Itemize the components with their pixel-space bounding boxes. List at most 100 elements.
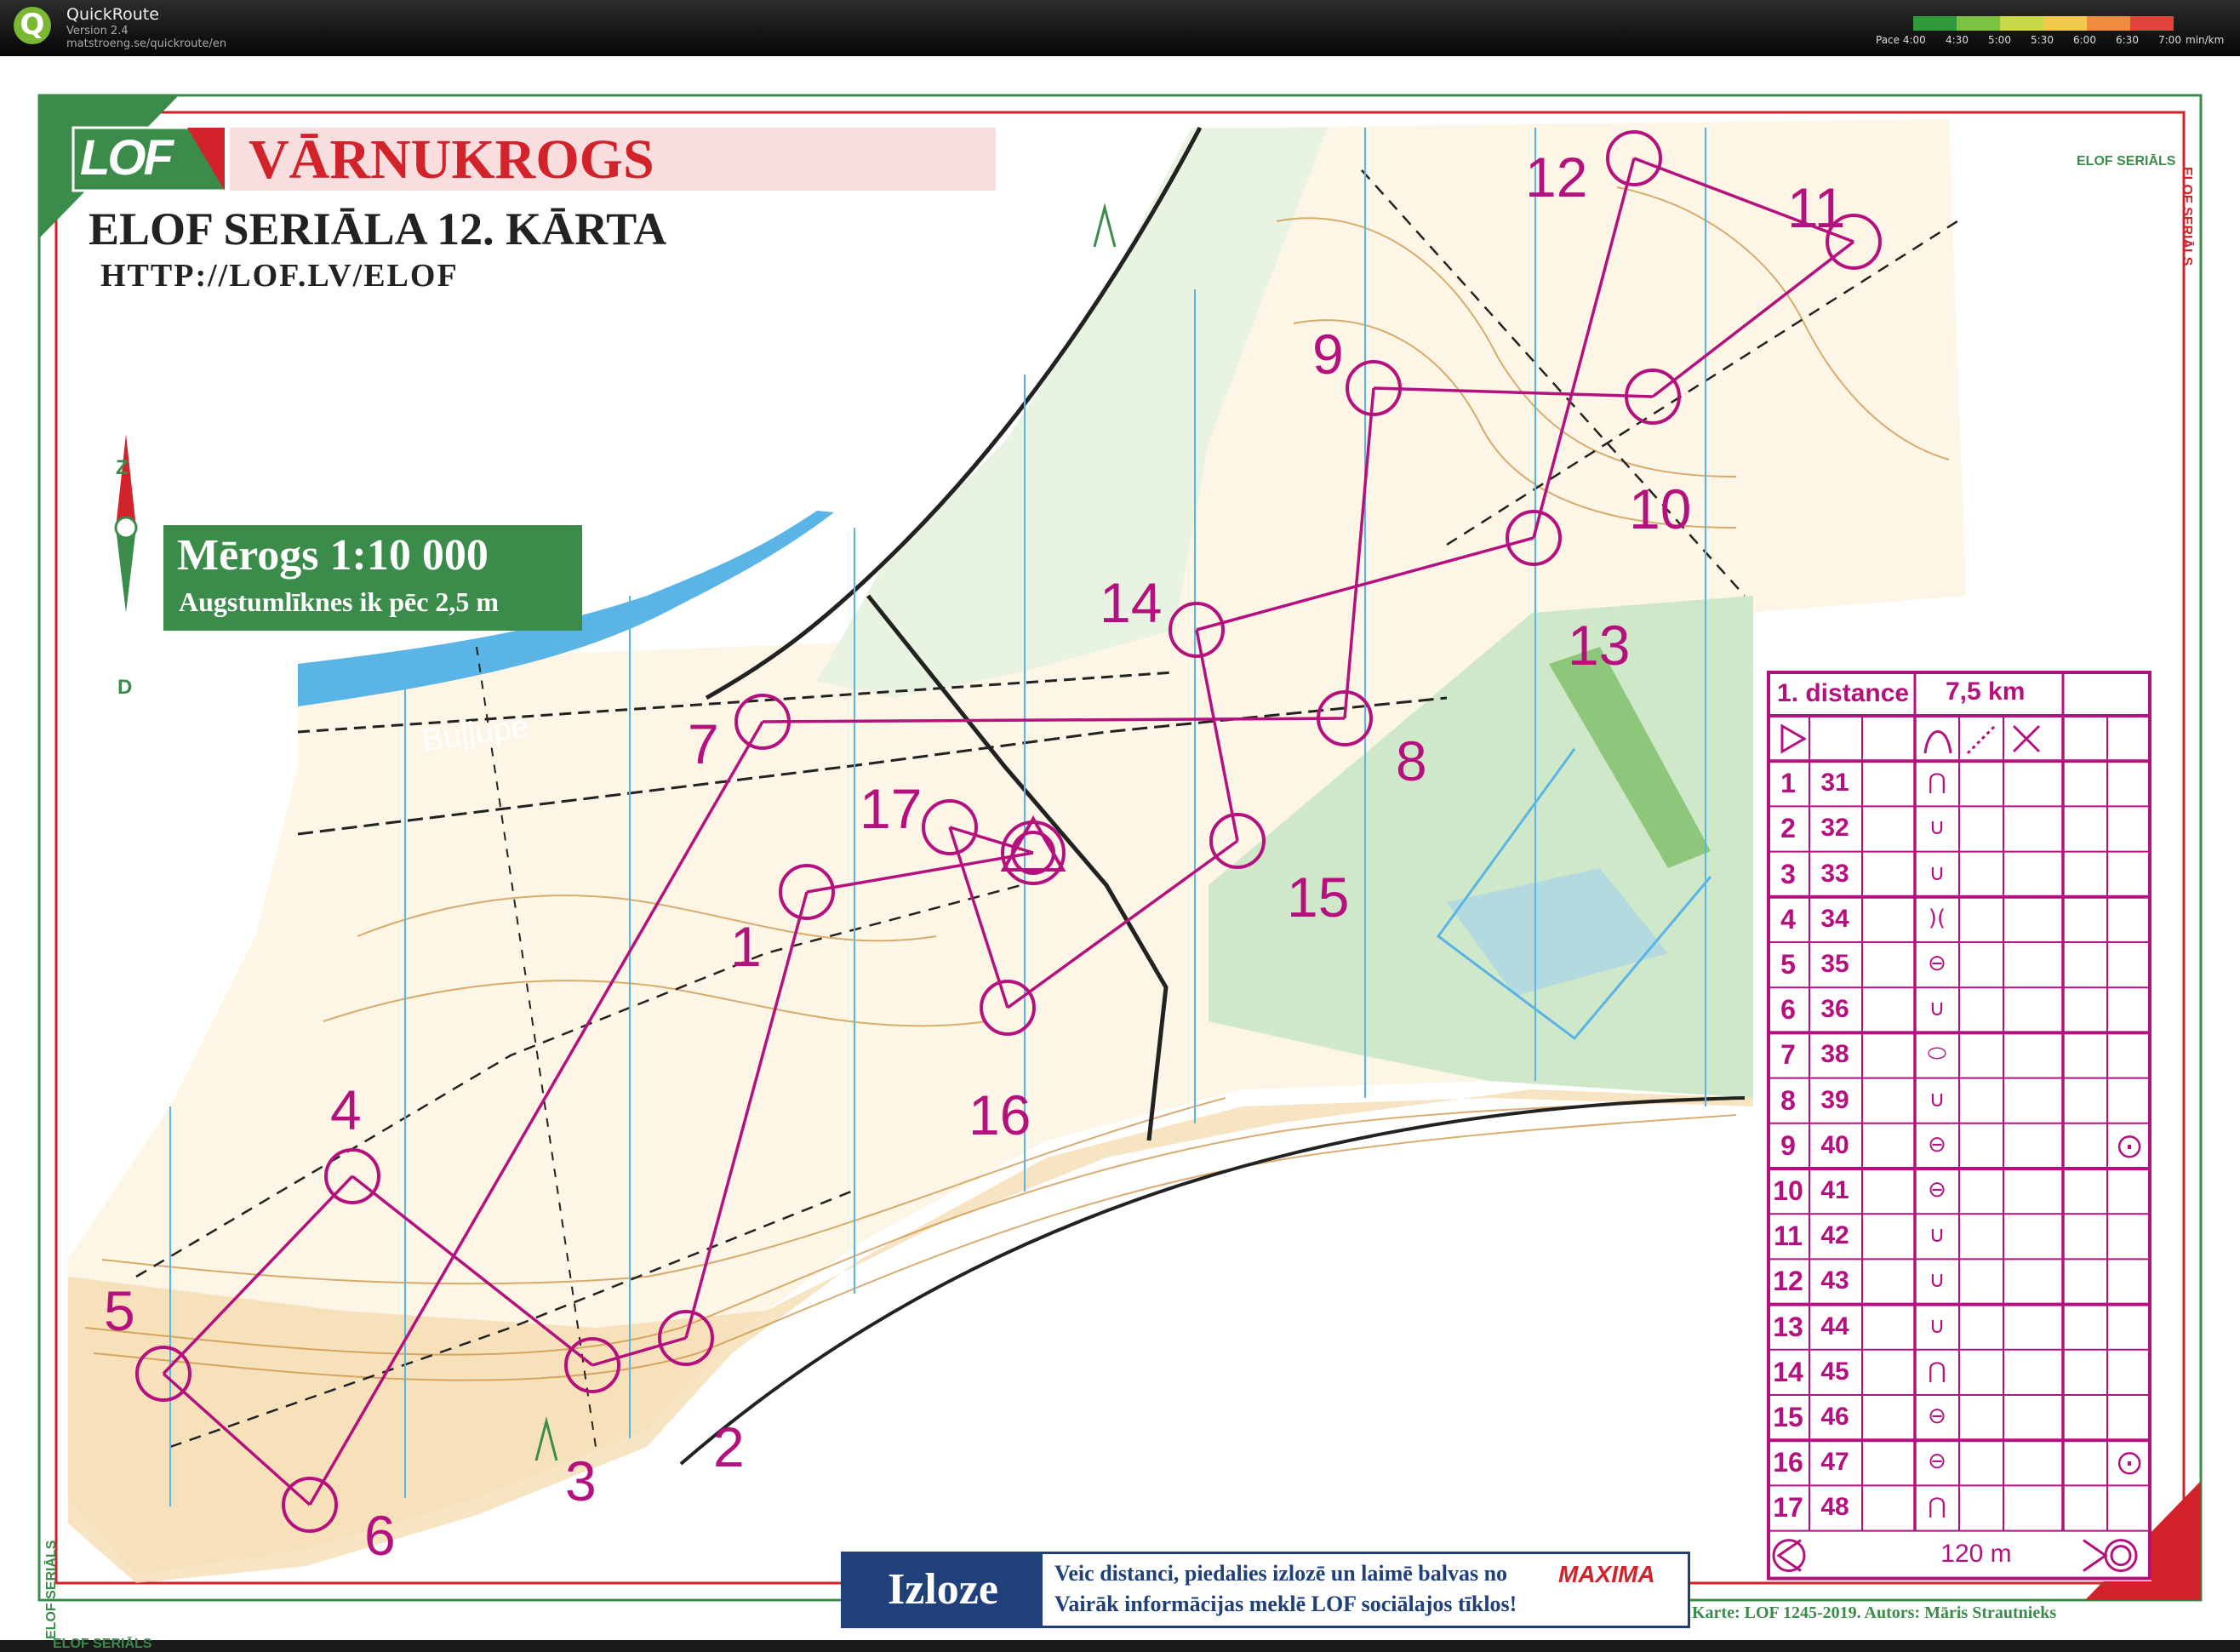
- control-number-cell: 16: [1773, 1447, 1803, 1478]
- control-number-label: 6: [364, 1504, 396, 1567]
- control-number-label: 13: [1568, 614, 1631, 677]
- feature-symbol-cell: ⊖: [1928, 1177, 1946, 1203]
- feature-symbol-cell: ⋂: [1928, 1494, 1946, 1520]
- pace-color-segment: [1957, 16, 2001, 31]
- finish-arrow-icon: [1776, 1539, 1802, 1572]
- finish-distance: 120 m: [1940, 1539, 2012, 1568]
- control-number-label: 8: [1396, 729, 1427, 792]
- feature-symbol-cell: ⊖: [1928, 1449, 1946, 1475]
- control-number-label: 10: [1629, 477, 1692, 540]
- feature-symbol-cell: ∪: [1929, 996, 1946, 1022]
- feature-symbol-cell: ⊖: [1928, 1131, 1946, 1158]
- control-code-cell: 35: [1820, 950, 1849, 978]
- scale-legend: Mērogs 1:10 000 Augstumlīknes ik pēc 2,5…: [163, 525, 582, 631]
- control-code-cell: 38: [1820, 1040, 1849, 1069]
- feature-symbol-cell: ∪: [1929, 1267, 1946, 1294]
- control-number-cell: 2: [1780, 813, 1796, 844]
- control-number-label: 5: [104, 1279, 135, 1342]
- control-number-cell: 17: [1773, 1492, 1803, 1523]
- series-side-label-top: ELOF SERIĀLS: [2077, 154, 2176, 169]
- series-side-label-left: ELOF SERIĀLS: [44, 1540, 59, 1639]
- pace-label: 7:00: [2158, 34, 2181, 46]
- feature-symbol-cell: )(: [1928, 905, 1946, 931]
- q-logo-icon: Q: [14, 7, 51, 44]
- app-name: QuickRoute: [66, 5, 159, 24]
- control-number-label: 11: [1787, 176, 1846, 239]
- control-number-cell: 7: [1780, 1039, 1796, 1071]
- pace-label: Pace 4:00: [1876, 34, 1926, 46]
- series-url: HTTP://LOF.LV/ELOF: [100, 258, 459, 294]
- sponsor-logo: MAXIMA: [1558, 1561, 1655, 1587]
- south-label: D: [117, 676, 133, 699]
- control-code-cell: 45: [1820, 1357, 1849, 1386]
- pace-label: 6:00: [2073, 34, 2096, 46]
- lof-logo-text: LOF: [80, 130, 174, 186]
- pace-label: 5:00: [1988, 34, 2011, 46]
- feature-symbol-cell: ⊖: [1928, 1403, 1946, 1429]
- control-number-cell: 8: [1780, 1084, 1796, 1116]
- control-code-cell: 36: [1820, 995, 1849, 1024]
- control-number-label: 16: [969, 1083, 1031, 1146]
- control-code-cell: 41: [1820, 1176, 1849, 1204]
- control-number-label: 15: [1287, 866, 1350, 929]
- map-canvas[interactable]: LOF VĀRNUKROGS ELOF SERIĀLA 12. KĀRTA HT…: [0, 56, 2240, 1651]
- control-code-cell: 31: [1820, 769, 1849, 797]
- pace-color-segment: [2130, 16, 2174, 31]
- scale-text: Mērogs 1:10 000: [177, 531, 489, 580]
- extra-symbol-cell: ⨀: [2117, 1448, 2141, 1477]
- app-url[interactable]: matstroeng.se/quickroute/en: [66, 37, 226, 50]
- feature-symbol-cell: ∪: [1929, 1312, 1946, 1339]
- control-description-sheet: 1. distance 7,5 km 1 31 ⋂ 2 32 ∪ 3 33 ∪ 4 34)(5 35 ⊖…: [1767, 671, 2151, 1581]
- pace-color-segment: [2087, 16, 2131, 31]
- control-code-cell: 32: [1820, 814, 1849, 843]
- course-length: 7,5 km: [1946, 677, 2026, 706]
- control-number-cell: 9: [1780, 1129, 1796, 1161]
- pace-color-segment: [2043, 16, 2088, 31]
- series-side-label-right: ELOF SERIĀLS: [2180, 167, 2194, 266]
- finish-inner-circle-icon: [2110, 1545, 2132, 1567]
- feature-symbol-cell: ⋂: [1928, 769, 1946, 796]
- control-number-label: 4: [330, 1078, 362, 1141]
- feature-symbol-cell: ⊖: [1928, 951, 1946, 976]
- control-code-cell: 42: [1820, 1221, 1849, 1250]
- app-title-bar: Q QuickRoute Version 2.4 matstroeng.se/q…: [0, 0, 2240, 56]
- control-code-cell: 34: [1820, 904, 1849, 933]
- course-name: 1. distance: [1777, 679, 1910, 707]
- control-code-cell: 44: [1820, 1312, 1849, 1340]
- finish-circle-icon: [2104, 1539, 2138, 1573]
- extra-symbol-cell: ⨀: [2117, 1130, 2141, 1159]
- control-number-cell: 1: [1780, 768, 1796, 799]
- feature-symbol-cell: ⋂: [1928, 1358, 1946, 1384]
- pace-label: 5:30: [2031, 34, 2054, 46]
- pace-scale-labels: Pace 4:00 4:30 5:00 5:30 6:00 6:30 7:00 …: [1876, 34, 2233, 49]
- control-code-cell: 33: [1820, 859, 1849, 888]
- control-number-label: 17: [860, 777, 923, 840]
- control-number-cell: 5: [1780, 949, 1796, 980]
- control-number-cell: 10: [1773, 1175, 1803, 1206]
- control-number-cell: 14: [1773, 1356, 1803, 1387]
- feature-symbol-cell: ⬭: [1927, 1041, 1947, 1067]
- finish-arrow-icon: [2083, 1539, 2108, 1572]
- description-grid: [1767, 671, 2151, 1581]
- control-number-cell: 4: [1780, 903, 1796, 935]
- advert-label: Izloze: [843, 1554, 1043, 1626]
- control-number-label: 3: [565, 1449, 597, 1512]
- control-code-cell: 40: [1820, 1130, 1849, 1159]
- control-code-cell: 47: [1820, 1448, 1849, 1477]
- control-number-cell: 3: [1780, 858, 1796, 889]
- control-code-cell: 39: [1820, 1085, 1849, 1114]
- control-number-cell: 13: [1773, 1311, 1803, 1342]
- advert-line-2: Vairāk informācijas meklē LOF sociālajos…: [1054, 1592, 1517, 1616]
- advert-line-1: Veic distanci, piedalies izlozē un laimē…: [1054, 1561, 1508, 1586]
- pace-color-scale: [1913, 16, 2174, 31]
- control-number-cell: 12: [1773, 1266, 1803, 1297]
- control-number-cell: 11: [1774, 1220, 1803, 1252]
- control-number-cell: 6: [1780, 994, 1796, 1026]
- contour-interval-text: Augstumlīknes ik pēc 2,5 m: [179, 586, 500, 617]
- start-triangle-icon: [1780, 723, 1808, 754]
- feature-symbol-cell: ∪: [1929, 860, 1946, 886]
- lottery-advert: Izloze Veic distanci, piedalies izlozē u…: [841, 1552, 1690, 1628]
- map-title: VĀRNUKROGS: [249, 129, 654, 191]
- pace-label: 4:30: [1946, 34, 1969, 46]
- terrain-icon: [1966, 724, 1997, 755]
